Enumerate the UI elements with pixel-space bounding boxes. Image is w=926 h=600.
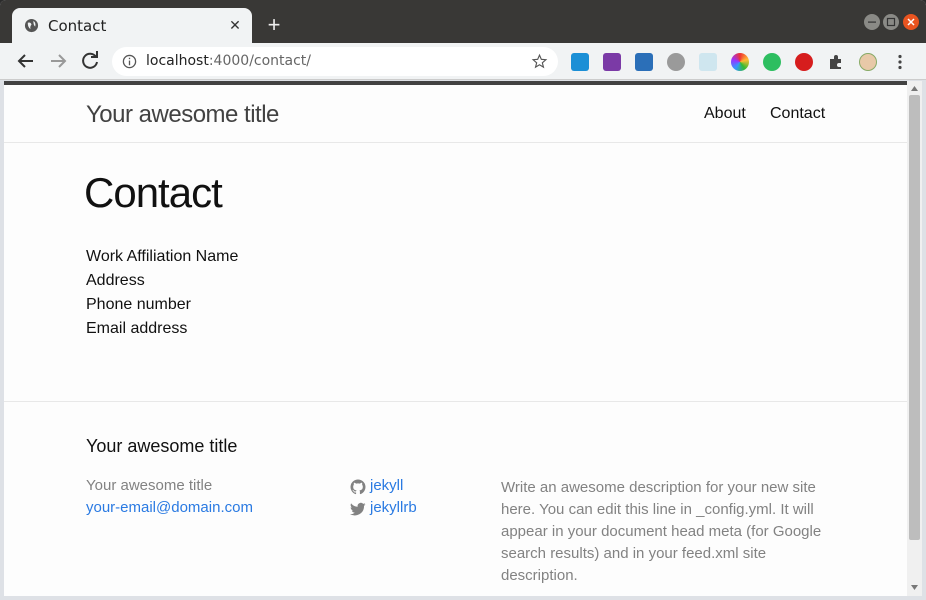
- url-path: :4000/contact/: [208, 53, 312, 69]
- github-username: jekyll: [370, 477, 404, 494]
- github-icon: [350, 479, 366, 495]
- footer-heading: Your awesome title: [86, 436, 238, 456]
- tab-title: Contact: [48, 17, 107, 35]
- reader-extension-icon[interactable]: [571, 53, 589, 71]
- info-icon[interactable]: [122, 54, 137, 69]
- twitter-icon: [350, 502, 366, 516]
- scroll-thumb[interactable]: [909, 95, 920, 540]
- menu-icon[interactable]: [891, 53, 909, 71]
- color-extension-icon[interactable]: [731, 53, 749, 71]
- contact-work-affiliation: Work Affiliation Name: [86, 248, 239, 265]
- footer-description: Write an awesome description for your ne…: [501, 479, 822, 584]
- page-title: Contact: [84, 169, 223, 216]
- nav-about-link[interactable]: About: [704, 105, 746, 123]
- title-bar: Contact ✕ +: [0, 0, 926, 43]
- tab-close-button[interactable]: ✕: [226, 16, 244, 34]
- new-tab-button[interactable]: +: [262, 14, 286, 38]
- url-host: localhost: [146, 53, 209, 69]
- back-icon[interactable]: [14, 49, 38, 73]
- scroll-down-icon[interactable]: [910, 583, 919, 592]
- star-icon[interactable]: [531, 53, 548, 70]
- nav-contact-link[interactable]: Contact: [770, 105, 825, 123]
- address-bar[interactable]: localhost:4000/contact/: [112, 47, 558, 76]
- avatar[interactable]: [859, 53, 877, 71]
- scroll-up-icon[interactable]: [910, 84, 919, 93]
- site-header: Your awesome title About Contact: [4, 85, 907, 143]
- browser-toolbar: localhost:4000/contact/: [0, 43, 926, 80]
- close-window-button[interactable]: [903, 14, 919, 30]
- evernote-extension-icon[interactable]: [763, 53, 781, 71]
- twitter-username: jekyllrb: [370, 499, 417, 516]
- adblock-extension-icon[interactable]: [795, 53, 813, 71]
- footer-email-link[interactable]: your-email@domain.com: [86, 499, 253, 516]
- maximize-button[interactable]: [883, 14, 899, 30]
- contact-email: Email address: [86, 320, 188, 337]
- web-page: Your awesome title About Contact Contact…: [4, 81, 907, 596]
- site-footer: Your awesome title Your awesome title yo…: [4, 401, 907, 596]
- globe-icon: [24, 18, 39, 33]
- browser-window: Contact ✕ + localhost:4000/contact/ Your…: [0, 0, 926, 600]
- url-text: localhost:4000/contact/: [146, 53, 311, 69]
- reload-icon[interactable]: [78, 49, 102, 73]
- forward-icon[interactable]: [46, 49, 70, 73]
- minimize-icon: [868, 21, 876, 23]
- close-icon: [907, 18, 915, 26]
- site-title[interactable]: Your awesome title: [86, 101, 279, 129]
- page-extension-icon[interactable]: [699, 53, 717, 71]
- contact-phone: Phone number: [86, 296, 191, 313]
- puzzle-icon[interactable]: [827, 53, 845, 71]
- page-scrollbar[interactable]: [907, 81, 922, 596]
- power-extension-icon[interactable]: [667, 53, 685, 71]
- onenote-extension-icon[interactable]: [603, 53, 621, 71]
- s-extension-icon[interactable]: [635, 53, 653, 71]
- tab-contact[interactable]: Contact ✕: [12, 8, 252, 43]
- contact-address: Address: [86, 272, 145, 289]
- maximize-icon: [886, 17, 896, 27]
- footer-site-name: Your awesome title: [86, 477, 213, 494]
- minimize-button[interactable]: [864, 14, 880, 30]
